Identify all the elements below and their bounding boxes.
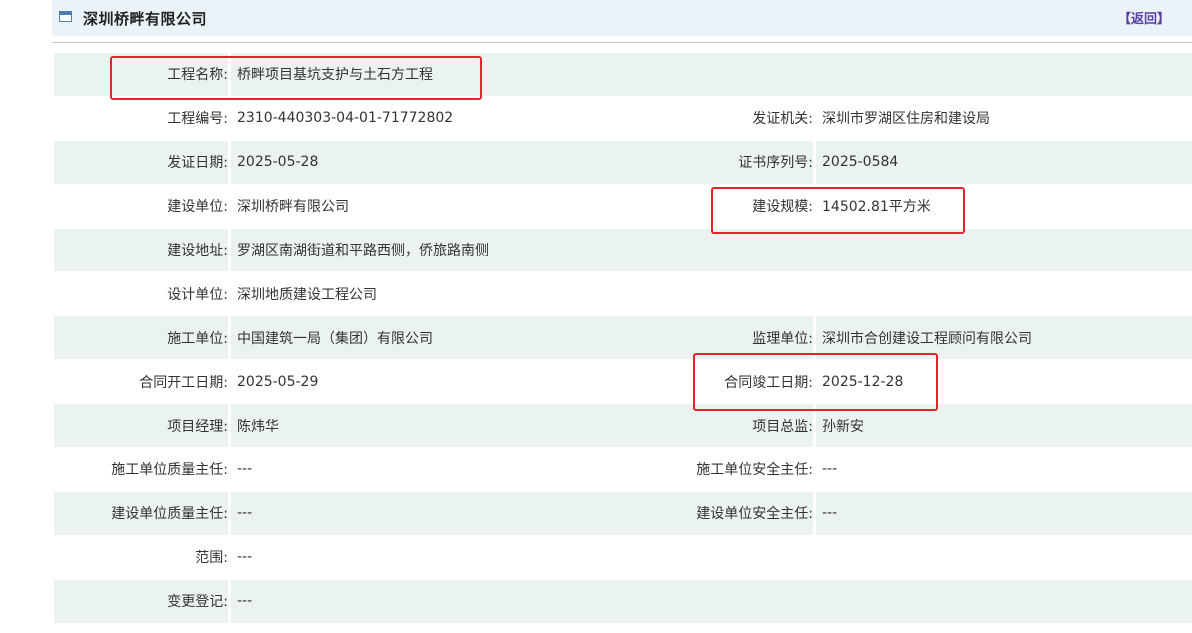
- field-value: 深圳市合创建设工程顾问有限公司: [816, 316, 1192, 360]
- field-label: 设计单位:: [167, 286, 228, 303]
- field-value: 2025-05-28: [231, 140, 642, 184]
- field-label: 建设单位安全主任:: [639, 491, 813, 535]
- field-value: ---: [822, 461, 838, 478]
- field-label: 建设单位质量主任:: [54, 491, 228, 535]
- info-row: 工程名称: 桥畔项目基坑支护与土石方工程: [54, 53, 1192, 97]
- info-row: 设计单位: 深圳地质建设工程公司: [54, 272, 1192, 316]
- info-row: 建设单位质量主任: --- 建设单位安全主任: ---: [54, 491, 1192, 536]
- field-value: 深圳市罗湖区住房和建设局: [822, 111, 990, 128]
- info-row: 合同开工日期: 2025-05-29 合同竣工日期: 2025-12-28: [54, 360, 1192, 404]
- field-label: 施工单位安全主任:: [696, 462, 813, 479]
- field-label: 变更登记:: [54, 579, 228, 623]
- info-row: 工程编号: 2310-440303-04-01-71772802 发证机关: 深圳市罗…: [54, 97, 1192, 141]
- info-row: 变更登记: ---: [54, 579, 1192, 624]
- field-value: 2025-05-29: [237, 373, 319, 390]
- company-title: 深圳桥畔有限公司: [83, 10, 208, 28]
- info-row: 建设单位: 深圳桥畔有限公司 建设规模: 14502.81平方米: [54, 185, 1192, 229]
- field-value: 14502.81平方米: [822, 199, 931, 216]
- info-row: 建设地址: 罗湖区南湖街道和平路西侧，侨旅路南侧: [54, 228, 1192, 273]
- field-value: ---: [237, 549, 253, 566]
- info-row: 项目经理: 陈炜华 项目总监: 孙新安: [54, 404, 1192, 448]
- field-value: ---: [816, 491, 1192, 535]
- field-value: 中国建筑一局（集团）有限公司: [231, 316, 642, 360]
- field-label: 合同开工日期:: [139, 374, 228, 391]
- field-value: ---: [231, 579, 1192, 623]
- field-label: 工程名称:: [54, 53, 228, 96]
- back-link[interactable]: 【返回】: [1118, 8, 1170, 27]
- field-value: 孙新安: [816, 404, 1192, 448]
- field-value: 深圳桥畔有限公司: [237, 199, 349, 216]
- info-row: 范围: ---: [54, 536, 1192, 580]
- field-value: ---: [231, 491, 642, 535]
- field-value: 罗湖区南湖街道和平路西侧，侨旅路南侧: [231, 228, 1192, 272]
- field-value: ---: [237, 461, 253, 478]
- page-header: 深圳桥畔有限公司 【返回】: [52, 0, 1192, 36]
- field-label: 发证日期:: [54, 140, 228, 184]
- info-row: 发证日期: 2025-05-28 证书序列号: 2025-0584: [54, 140, 1192, 185]
- field-value: 2025-0584: [816, 140, 1192, 184]
- field-label: 项目经理:: [54, 404, 228, 448]
- info-row: 施工单位质量主任: --- 施工单位安全主任: ---: [54, 448, 1192, 492]
- field-label: 建设单位:: [167, 199, 228, 216]
- field-value: 2310-440303-04-01-71772802: [237, 110, 454, 127]
- header-divider: [52, 42, 1192, 43]
- field-label: 施工单位质量主任:: [111, 462, 228, 479]
- project-info-table: 工程名称: 桥畔项目基坑支护与土石方工程 工程编号: 2310-440303-04-0…: [54, 53, 1192, 624]
- field-value: 2025-12-28: [822, 373, 904, 390]
- field-label: 发证机关:: [752, 111, 813, 128]
- field-value: 陈炜华: [231, 404, 642, 448]
- field-label: 项目总监:: [639, 404, 813, 448]
- field-label: 合同竣工日期:: [724, 374, 813, 391]
- field-value: 深圳地质建设工程公司: [237, 286, 377, 303]
- field-label: 监理单位:: [639, 316, 813, 360]
- info-row: 施工单位: 中国建筑一局（集团）有限公司 监理单位: 深圳市合创建设工程顾问有限公司: [54, 316, 1192, 360]
- field-label: 施工单位:: [54, 316, 228, 360]
- field-label: 范围:: [195, 550, 228, 567]
- field-label: 建设地址:: [54, 228, 228, 272]
- field-label: 建设规模:: [752, 199, 813, 216]
- field-label: 证书序列号:: [639, 140, 813, 184]
- window-icon: [59, 11, 72, 22]
- field-label: 工程编号:: [167, 111, 228, 128]
- field-value: 桥畔项目基坑支护与土石方工程: [231, 53, 1192, 96]
